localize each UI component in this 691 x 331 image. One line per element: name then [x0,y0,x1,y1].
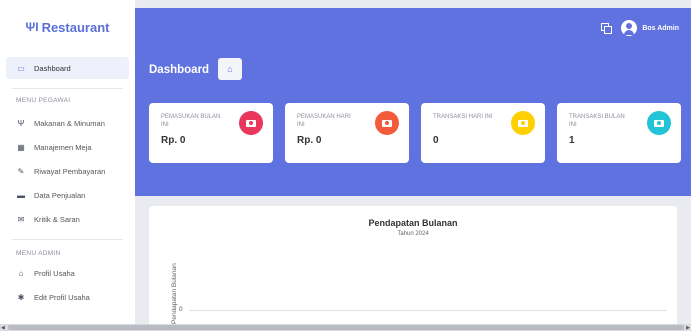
money-icon: ▬ [17,190,25,200]
scroll-right-icon[interactable]: ▶ [686,325,690,331]
chart-ylabel: Pendapatan Bulanan [171,263,178,324]
sidebar-item-dashboard[interactable]: ▭ Dashboard [6,57,129,79]
chart-subtitle: Tahun 2024 [397,231,429,237]
card-label: TRANSAKSI BULAN INI [569,114,625,129]
edit-icon: ✎ [17,166,25,176]
card-value: Rp. 0 [297,135,322,146]
card-value: Rp. 0 [161,135,186,146]
user-area: Bos Admin [601,20,679,36]
sidebar-item-profil-usaha[interactable]: ⌂ Profil Usaha [6,262,129,284]
money-icon [647,111,671,135]
card-pemasukan-hari-ini: PEMASUKAN HARI INI Rp. 0 [285,103,409,163]
y-tick-label: 0 [179,306,183,313]
money-icon [375,111,399,135]
header: Bos Admin Dashboard ⌂ PEMASUKAN BULAN IN… [135,8,691,196]
card-transaksi-bulan-ini: TRANSAKSI BULAN INI 1 [557,103,681,163]
card-label: TRANSAKSI HARI INI [433,114,493,120]
divider [12,88,123,89]
gear-icon: ✱ [17,292,25,302]
sidebar-item-label: Edit Profil Usaha [34,292,90,302]
user-avatar-icon [621,20,638,36]
card-value: 1 [569,135,575,146]
section-menu-admin: MENU ADMIN [16,250,61,257]
brand-name: Restaurant [41,19,110,35]
sidebar-item-label: Kritik & Saran [34,214,80,224]
table-icon: ▦ [17,142,25,152]
sidebar-item-data-penjualan[interactable]: ▬ Data Penjualan [6,184,129,206]
money-icon [239,111,263,135]
sidebar-item-kritik-saran[interactable]: ✉ Kritik & Saran [6,208,129,230]
envelope-icon: ✉ [17,214,25,224]
money-icon [511,111,535,135]
card-label: PEMASUKAN HARI INI [297,114,351,129]
page-title: Dashboard [149,64,210,76]
utensils-icon: Ψ [17,118,25,128]
sidebar-item-label: Makanan & Minuman [34,118,105,128]
brand[interactable]: ΨΙ Restaurant [0,0,135,54]
sidebar-item-manajemen-meja[interactable]: ▦ Manajemen Meja [6,136,129,158]
divider [12,239,123,240]
sidebar-item-label: Riwayat Pembayaran [34,166,106,176]
horizontal-scrollbar[interactable]: ◀ ▶ [0,324,691,331]
user-menu[interactable]: Bos Admin [621,20,679,36]
sidebar-item-label: Profil Usaha [34,268,75,278]
chart-title: Pendapatan Bulanan [368,218,458,228]
card-value: 0 [433,135,439,146]
sidebar: ΨΙ Restaurant ▭ Dashboard MENU PEGAWAI Ψ… [0,0,135,331]
sidebar-item-riwayat-pembayaran[interactable]: ✎ Riwayat Pembayaran [6,160,129,182]
card-label: PEMASUKAN BULAN INI [161,114,221,129]
card-pemasukan-bulan-ini: PEMASUKAN BULAN INI Rp. 0 [149,103,273,163]
user-name: Bos Admin [642,24,679,32]
section-menu-pegawai: MENU PEGAWAI [16,97,71,104]
sidebar-item-label: Manajemen Meja [34,142,92,152]
chart-baseline [189,310,667,311]
sidebar-item-label: Data Penjualan [34,190,86,200]
sidebar-item-label: Dashboard [34,63,71,73]
card-transaksi-hari-ini: TRANSAKSI HARI INI 0 [421,103,545,163]
sidebar-item-makanan-minuman[interactable]: Ψ Makanan & Minuman [6,112,129,134]
sidebar-item-edit-profil-usaha[interactable]: ✱ Edit Profil Usaha [6,286,129,308]
utensils-icon: ΨΙ [25,20,39,34]
copy-icon[interactable] [601,23,613,34]
home-button[interactable]: ⌂ [218,58,242,80]
chart-panel: Pendapatan Bulanan Tahun 2024 Pendapatan… [149,206,677,331]
scroll-thumb[interactable] [8,325,684,330]
home-icon: ⌂ [18,268,24,278]
home-icon: ⌂ [227,64,233,74]
monitor-icon: ▭ [17,63,25,73]
scroll-left-icon[interactable]: ◀ [1,325,5,331]
